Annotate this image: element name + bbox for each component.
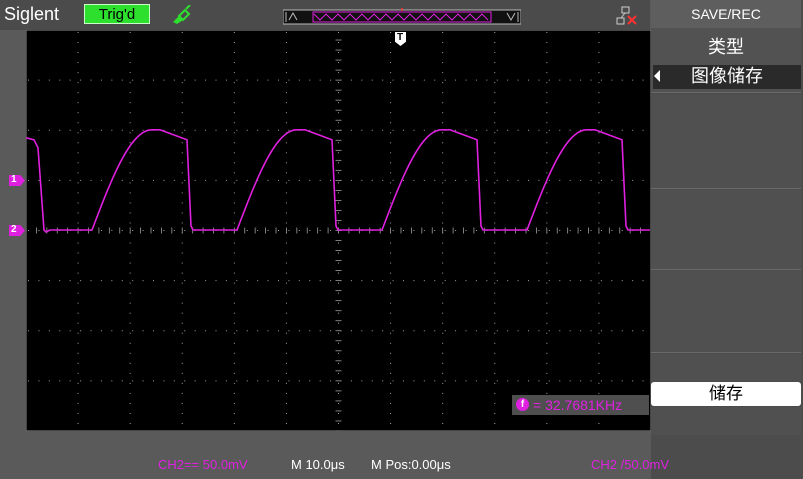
type-value: 图像储存 <box>653 65 801 89</box>
softkey-menu: SAVE/REC 类型 图像储存 储存 <box>651 0 803 479</box>
network-status-icon <box>616 6 637 25</box>
type-softkey[interactable]: 类型 图像储存 <box>651 28 801 93</box>
trigger-status-badge: Trig'd <box>84 4 150 24</box>
brand-logo: Siglent <box>4 4 60 24</box>
timebase-readout: M 10.0μs <box>291 457 345 472</box>
softkey-3[interactable] <box>651 190 801 270</box>
softkey-5[interactable] <box>651 354 801 381</box>
frequency-readout: f = 32.7681KHz <box>512 395 649 415</box>
save-button[interactable]: 储存 <box>651 382 801 406</box>
horizontal-position-readout: M Pos:0.00μs <box>371 457 451 472</box>
channel-2-ground-marker-label: 2 <box>11 224 17 235</box>
frequency-value: = 32.7681KHz <box>533 397 623 413</box>
probe-icon <box>173 5 191 24</box>
waveform-display[interactable] <box>26 30 651 431</box>
trigger-position-marker-label: T <box>397 32 404 43</box>
softkey-2[interactable] <box>651 94 801 189</box>
softkey-6[interactable] <box>651 407 801 435</box>
channel-2-scale: CH2== 50.0mV <box>158 457 248 472</box>
frequency-icon: f <box>516 398 529 411</box>
menu-title: SAVE/REC <box>651 0 801 28</box>
memory-position-indicator <box>283 8 521 25</box>
selector-arrow-icon <box>654 70 660 82</box>
type-label: 类型 <box>708 37 744 58</box>
softkey-4[interactable] <box>651 271 801 353</box>
trigger-level-marker-label: 1 <box>11 174 17 185</box>
trigger-settings-readout: CH2 /50.0mV <box>591 457 670 472</box>
